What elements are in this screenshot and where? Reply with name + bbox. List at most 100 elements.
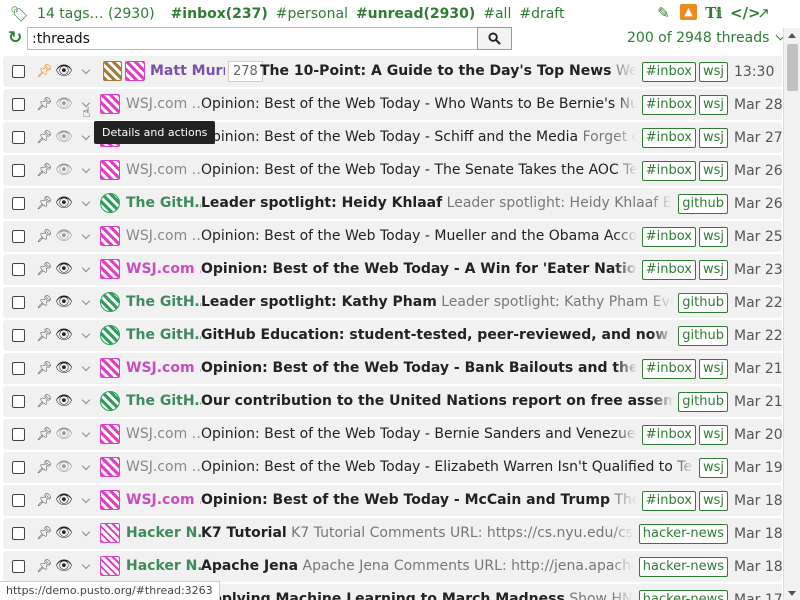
tag-badge[interactable]: #inbox — [641, 127, 696, 148]
eye-icon[interactable]: 👁︎ — [55, 287, 73, 318]
thread-row[interactable]: 📌︎👁︎WSJ.com …Opinion: Best of the Web To… — [3, 485, 782, 516]
tag-draft[interactable]: #draft — [519, 6, 564, 22]
chevron-down-icon[interactable] — [81, 164, 91, 174]
eye-icon[interactable]: 👁︎ — [55, 452, 73, 483]
tag-badge[interactable]: wsj — [698, 457, 728, 478]
tag-all[interactable]: #all — [483, 6, 511, 22]
tag-badge[interactable]: github — [678, 325, 728, 346]
tag-personal[interactable]: #personal — [276, 6, 348, 22]
chevron-down-icon[interactable] — [81, 65, 91, 75]
select-checkbox[interactable] — [12, 65, 25, 78]
chevron-down-icon[interactable] — [81, 461, 91, 471]
tag-badge[interactable]: github — [678, 391, 728, 412]
scroll-up-icon[interactable] — [788, 33, 796, 38]
thread-row[interactable]: 📌︎ 👁︎ The GitH… GitHub Education: student-t… — [3, 320, 782, 351]
chevron-down-icon[interactable] — [81, 560, 91, 570]
image-icon[interactable]: ▲ — [680, 4, 697, 20]
tag-badge[interactable]: wsj — [698, 94, 728, 115]
search-button[interactable] — [477, 27, 512, 50]
eye-icon[interactable]: 👁︎ — [55, 56, 73, 87]
chevron-down-icon[interactable] — [81, 230, 91, 240]
select-checkbox[interactable] — [12, 230, 25, 243]
select-checkbox[interactable] — [12, 494, 25, 507]
thread-row[interactable]: 📌︎👁︎WSJ.com …Opinion: Best of the Web To… — [3, 155, 782, 186]
eye-icon[interactable]: 👁︎ — [55, 188, 73, 219]
tag-badge[interactable]: #inbox — [641, 160, 696, 181]
pin-icon[interactable]: 📌︎ — [36, 551, 53, 582]
pin-icon[interactable]: 📌︎ — [36, 485, 53, 516]
thread-row[interactable]: 📌︎ 👁︎ The GitH… Our contribution to the Uni… — [3, 386, 782, 417]
thread-row[interactable]: 📌︎👁︎ Matt Murr…278The 10-Point: A Guide t… — [3, 56, 782, 87]
edit-icon[interactable]: ✎ — [655, 4, 672, 22]
thread-row[interactable]: 📌︎👁︎WSJ.com …Opinion: Best of the Web To… — [3, 452, 782, 483]
thread-row[interactable]: 📌︎👁︎WSJ.com …Opinion: Best of the Web To… — [3, 419, 782, 450]
tag-badge[interactable]: wsj — [698, 127, 728, 148]
thread-row[interactable]: 📌︎👁︎Hacker N…K7 Tutorial K7 Tutorial Com… — [3, 518, 782, 549]
eye-icon[interactable]: 👁︎ — [55, 320, 73, 351]
tag-badge[interactable]: hacker-news — [638, 523, 728, 544]
tag-badge[interactable]: #inbox — [641, 61, 696, 82]
select-checkbox[interactable] — [12, 527, 25, 540]
select-checkbox[interactable] — [12, 461, 25, 474]
pin-icon[interactable]: 📌︎ — [36, 452, 53, 483]
select-checkbox[interactable] — [12, 329, 25, 342]
eye-icon[interactable]: 👁︎ — [55, 518, 73, 549]
select-checkbox[interactable] — [12, 197, 25, 210]
eye-icon[interactable]: 👁︎ — [55, 551, 73, 582]
eye-icon[interactable]: 👁︎ — [55, 386, 73, 417]
search-input[interactable] — [27, 27, 477, 50]
chevron-down-icon[interactable] — [81, 527, 91, 537]
chevron-down-icon[interactable] — [81, 395, 91, 405]
chevron-down-icon[interactable] — [81, 131, 91, 141]
tag-badge[interactable]: wsj — [698, 358, 728, 379]
tag-unread[interactable]: #unread(2930) — [356, 6, 475, 22]
pin-icon[interactable]: 📌︎ — [36, 386, 53, 417]
eye-icon[interactable]: 👁︎ — [55, 353, 73, 384]
select-checkbox[interactable] — [12, 263, 25, 276]
thread-row[interactable]: 📌︎👁︎WSJ.com …Opinion: Best of the Web To… — [3, 254, 782, 285]
select-checkbox[interactable] — [12, 362, 25, 375]
eye-icon[interactable]: 👁︎ — [55, 485, 73, 516]
tags-icon[interactable]: 🏷︎ — [10, 5, 29, 23]
chevron-down-icon[interactable] — [81, 494, 91, 504]
thread-count-dropdown[interactable]: 200 of 2948 threads — [627, 30, 786, 46]
select-checkbox[interactable] — [12, 428, 25, 441]
chevron-down-icon[interactable] — [81, 329, 91, 339]
scroll-down-icon[interactable] — [788, 591, 796, 596]
pin-icon[interactable]: 📌︎ — [36, 287, 53, 318]
select-checkbox[interactable] — [12, 131, 25, 144]
chevron-down-icon[interactable] — [81, 362, 91, 372]
eye-icon[interactable]: 👁︎ — [55, 89, 73, 120]
select-checkbox[interactable] — [12, 395, 25, 408]
select-checkbox[interactable] — [12, 296, 25, 309]
pin-icon[interactable]: 📌︎ — [36, 122, 53, 153]
tag-badge[interactable]: github — [678, 292, 728, 313]
tag-badge[interactable]: wsj — [698, 490, 728, 511]
chevron-down-icon[interactable] — [81, 263, 91, 273]
tag-badge[interactable]: #inbox — [641, 358, 696, 379]
tag-badge[interactable]: hacker-news — [638, 589, 728, 600]
thread-row[interactable]: 📌︎ 👁︎ The GitH… Leader spotlight: Heidy Khl… — [3, 188, 782, 219]
text-format-icon[interactable]: T𝕚 — [705, 4, 722, 22]
select-checkbox[interactable] — [12, 164, 25, 177]
eye-icon[interactable]: 👁︎ — [55, 254, 73, 285]
pin-icon[interactable]: 📌︎ — [36, 419, 53, 450]
pin-icon[interactable]: 📌︎ — [36, 155, 53, 186]
select-checkbox[interactable] — [12, 560, 25, 573]
tag-badge[interactable]: hacker-news — [638, 556, 728, 577]
thread-row[interactable]: 📌︎👁︎WSJ.com …Opinion: Best of the Web To… — [3, 353, 782, 384]
eye-icon[interactable]: 👁︎ — [55, 419, 73, 450]
tag-badge[interactable]: wsj — [698, 160, 728, 181]
pin-icon[interactable]: 📌︎ — [36, 353, 53, 384]
tag-badge[interactable]: #inbox — [641, 94, 696, 115]
code-icon[interactable]: </> — [730, 4, 761, 22]
thread-row[interactable]: 📌︎👁︎WSJ.com …Opinion: Best of the Web To… — [3, 89, 782, 120]
tag-badge[interactable]: #inbox — [641, 226, 696, 247]
pin-icon[interactable]: 📌︎ — [36, 518, 53, 549]
tags-summary[interactable]: 14 tags… (2930) — [37, 6, 155, 22]
tag-badge[interactable]: wsj — [698, 424, 728, 445]
tag-badge[interactable]: wsj — [698, 226, 728, 247]
thread-row[interactable]: 📌︎👁︎WSJ.com …Opinion: Best of the Web To… — [3, 221, 782, 252]
tag-badge[interactable]: #inbox — [641, 490, 696, 511]
expand-icon[interactable]: ↗ — [755, 4, 772, 22]
